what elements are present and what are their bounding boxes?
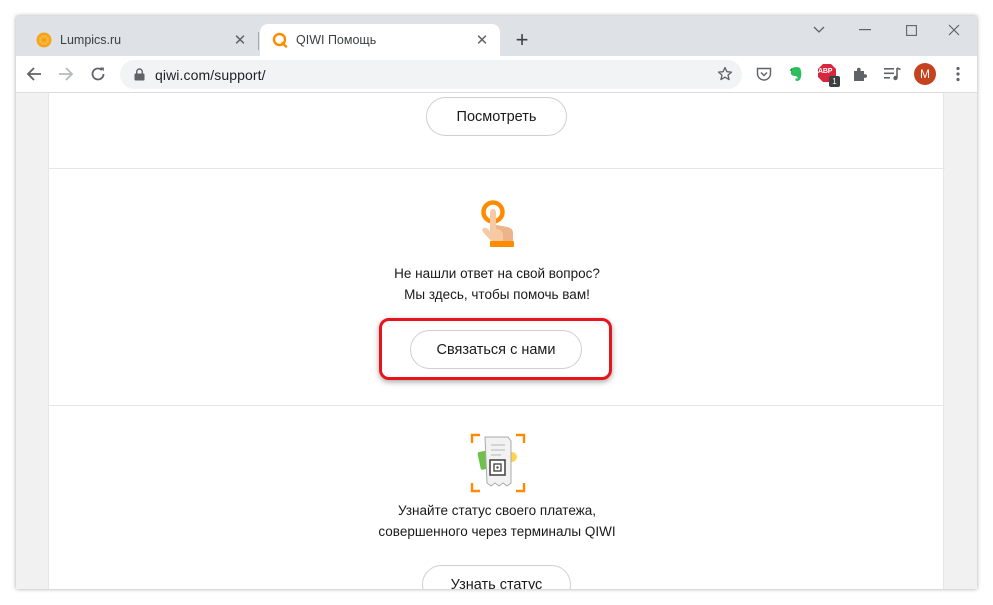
browser-window: Lumpics.ru ✕ QIWI Помощь ✕ + qiwi.com/su… <box>16 16 977 589</box>
adblock-extension[interactable]: ABP 1 <box>815 61 841 87</box>
pocket-icon <box>756 67 772 81</box>
arrow-left-icon <box>26 67 41 81</box>
new-tab-button[interactable]: + <box>510 27 534 52</box>
profile-button[interactable]: M <box>912 61 938 87</box>
minimize-icon <box>859 29 871 31</box>
tab-title: QIWI Помощь <box>296 33 377 47</box>
maximize-button[interactable] <box>888 16 934 44</box>
maximize-icon <box>905 24 917 36</box>
more-vertical-icon <box>956 66 960 82</box>
section-divider <box>49 168 945 169</box>
close-window-button[interactable] <box>931 16 977 44</box>
help-prompt-line1: Не нашли ответ на свой вопрос? <box>394 266 600 281</box>
back-button[interactable] <box>21 61 47 87</box>
tab-strip: Lumpics.ru ✕ QIWI Помощь ✕ + <box>16 16 977 56</box>
adblock-count-badge: 1 <box>829 76 840 87</box>
tab-title: Lumpics.ru <box>60 33 122 47</box>
playlist-icon <box>883 67 901 81</box>
address-bar[interactable]: qiwi.com/support/ <box>120 60 742 89</box>
view-button[interactable]: Посмотреть <box>426 97 567 136</box>
contact-us-button[interactable]: Связаться с нами <box>410 330 582 369</box>
url-text: qiwi.com/support/ <box>155 66 266 83</box>
media-control-button[interactable] <box>879 61 905 87</box>
close-icon[interactable]: ✕ <box>474 32 490 49</box>
arrow-right-icon <box>59 67 74 81</box>
hand-tap-icon <box>481 200 514 247</box>
lock-icon <box>134 68 145 81</box>
section-divider <box>49 405 945 406</box>
evernote-icon <box>789 66 802 81</box>
forward-button[interactable] <box>53 61 79 87</box>
bookmark-star-button[interactable] <box>714 63 736 85</box>
puzzle-icon <box>854 67 867 81</box>
tab-lumpics[interactable]: Lumpics.ru ✕ <box>24 24 258 56</box>
extensions-button[interactable] <box>847 61 873 87</box>
status-prompt-line2: совершенного через терминалы QIWI <box>378 524 616 539</box>
pocket-button[interactable] <box>751 61 777 87</box>
reload-icon <box>91 67 105 81</box>
close-icon <box>948 24 960 36</box>
close-icon[interactable]: ✕ <box>232 32 248 49</box>
receipt-scan-icon <box>470 433 526 493</box>
star-icon <box>717 66 733 81</box>
tab-separator <box>258 32 259 50</box>
chevron-down-icon <box>813 26 825 33</box>
page-viewport: Посмотреть Не нашли ответ на свой вопрос… <box>16 93 977 589</box>
minimize-button[interactable] <box>842 16 888 44</box>
tab-search-button[interactable] <box>796 16 842 44</box>
status-prompt-line1: Узнайте статус своего платежа, <box>398 503 596 518</box>
avatar: M <box>914 63 936 85</box>
adblock-label: ABP <box>818 68 833 75</box>
evernote-extension[interactable] <box>783 61 809 87</box>
orange-icon <box>36 32 52 48</box>
menu-button[interactable] <box>945 61 971 87</box>
toolbar: qiwi.com/support/ ABP 1 M <box>16 56 977 93</box>
reload-button[interactable] <box>85 61 111 87</box>
tab-qiwi[interactable]: QIWI Помощь ✕ <box>260 24 500 56</box>
qiwi-icon <box>272 32 288 48</box>
support-card: Посмотреть Не нашли ответ на свой вопрос… <box>48 93 945 589</box>
help-prompt-line2: Мы здесь, чтобы помочь вам! <box>404 287 590 302</box>
check-status-button[interactable]: Узнать статус <box>422 565 571 589</box>
